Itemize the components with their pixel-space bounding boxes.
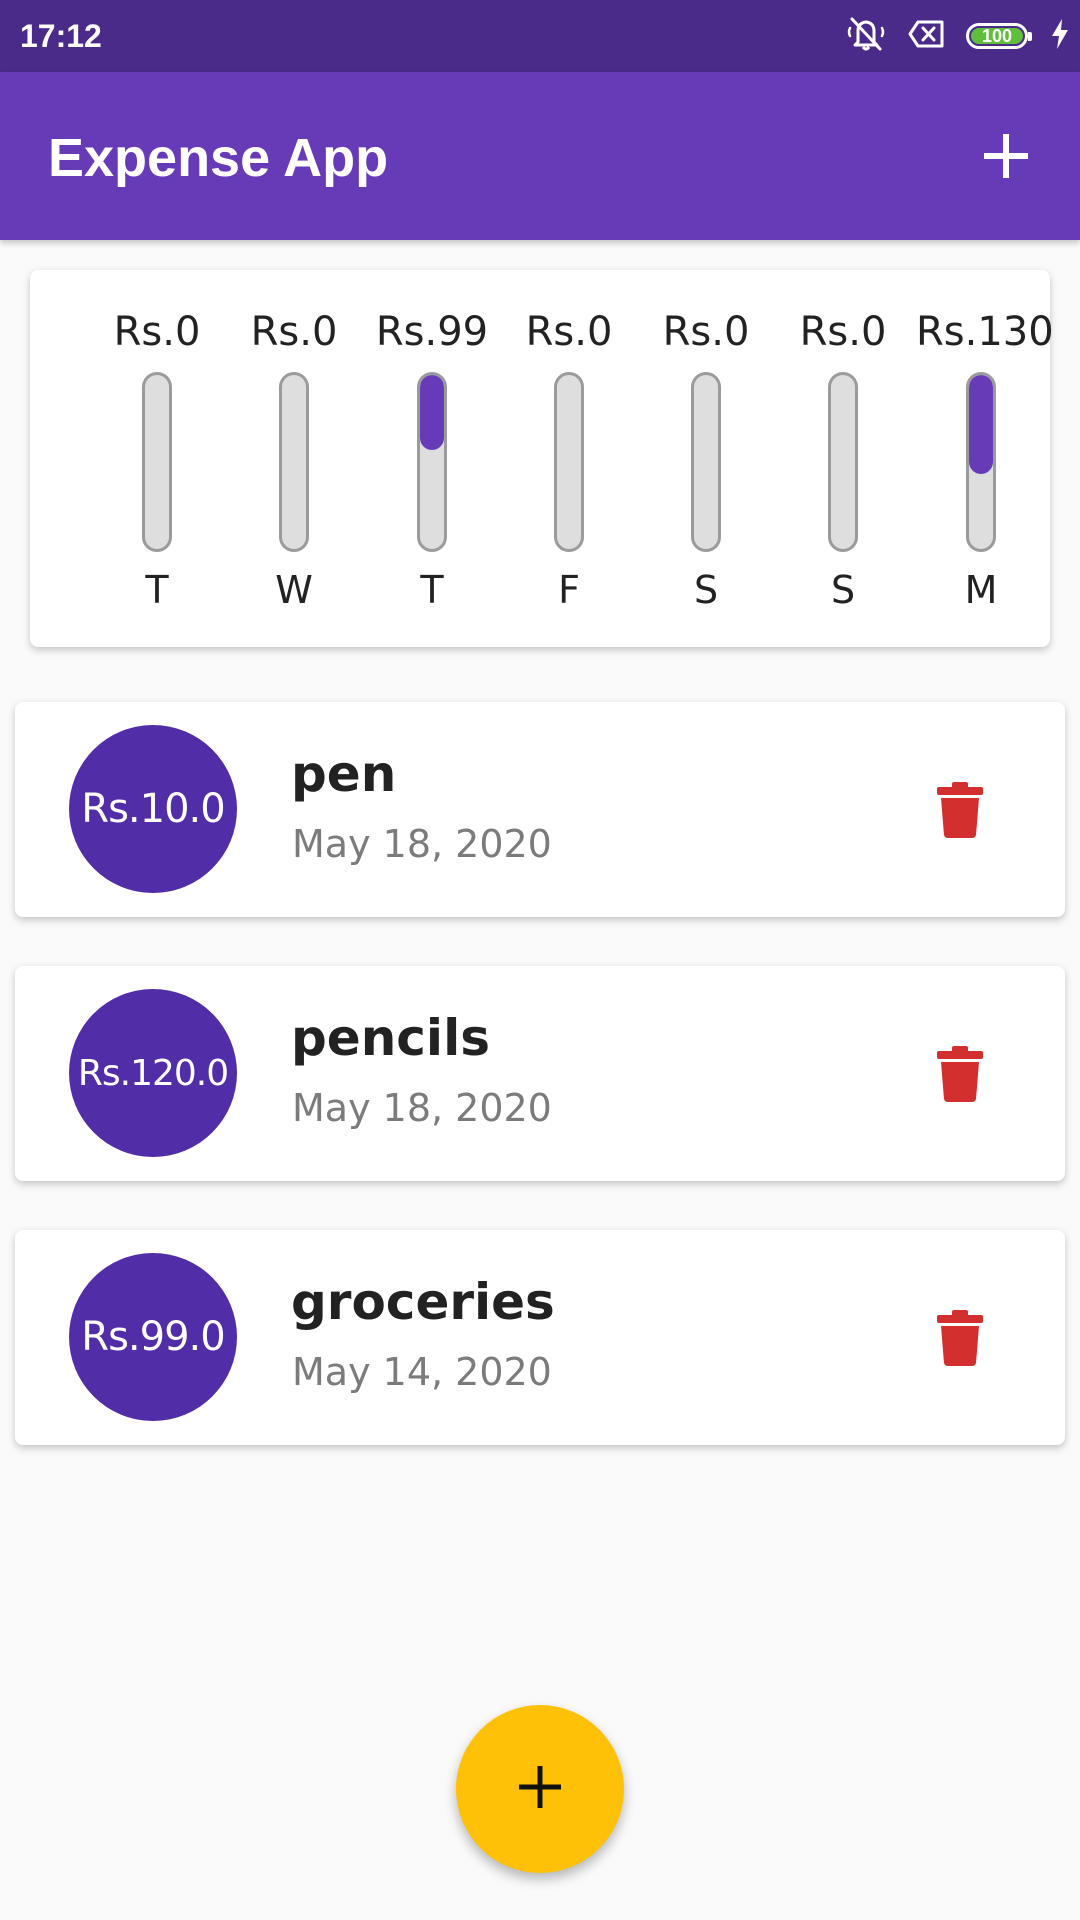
trash-icon	[933, 1046, 987, 1108]
trash-icon	[933, 1310, 987, 1372]
chart-bar-column: Rs.0 W	[229, 270, 359, 647]
transaction-title: pen	[291, 745, 397, 803]
chart-bar-column: Rs.0 F	[504, 270, 634, 647]
bar-fill	[969, 375, 993, 475]
bar-amount-label: Rs.0	[250, 309, 338, 355]
bar-track	[554, 372, 584, 552]
bar-amount-label: Rs.99	[375, 309, 489, 355]
transaction-card: Rs.99.0 groceries May 14, 2020	[15, 1230, 1065, 1445]
charging-bolt-icon	[1050, 18, 1070, 54]
app-bar: Expense App	[0, 72, 1080, 240]
bar-track	[828, 372, 858, 552]
transaction-amount-avatar: Rs.99.0	[69, 1253, 237, 1421]
bar-track	[691, 372, 721, 552]
bar-track	[417, 372, 447, 552]
bar-day-label: S	[830, 568, 856, 612]
battery-icon: 100	[966, 23, 1032, 49]
chart-bar-column: Rs.0 S	[778, 270, 908, 647]
transaction-date: May 18, 2020	[292, 1086, 552, 1130]
bar-amount-label: Rs.0	[113, 309, 201, 355]
bar-track	[142, 372, 172, 552]
transaction-amount-avatar: Rs.120.0	[69, 989, 237, 1157]
plus-icon	[982, 132, 1030, 184]
transaction-card: Rs.10.0 pen May 18, 2020	[15, 702, 1065, 917]
add-expense-button[interactable]	[968, 120, 1044, 196]
bar-amount-label: Rs.0	[662, 309, 750, 355]
transaction-date: May 14, 2020	[292, 1350, 552, 1394]
status-bar: 17:12 100	[0, 0, 1080, 72]
delete-transaction-button[interactable]	[933, 1044, 987, 1104]
transaction-title: pencils	[291, 1009, 490, 1067]
weekly-chart-card: Rs.0 T Rs.0 W Rs.99 T Rs.0 F Rs.0 S Rs.0	[30, 270, 1054, 647]
status-icons: 100	[846, 14, 1070, 58]
bar-day-label: S	[693, 568, 719, 612]
add-transaction-fab[interactable]	[456, 1705, 624, 1873]
delete-transaction-button[interactable]	[933, 1308, 987, 1368]
transaction-title: groceries	[291, 1273, 555, 1331]
bar-day-label: T	[420, 568, 444, 612]
bar-fill	[420, 375, 444, 450]
app-title: Expense App	[48, 128, 389, 188]
bar-track	[279, 372, 309, 552]
bar-amount-label: Rs.130	[916, 309, 1054, 355]
plus-icon	[516, 1763, 564, 1815]
chart-bar-column: Rs.0 T	[92, 270, 222, 647]
chart-bar-column: Rs.99 T	[367, 270, 497, 647]
transaction-date: May 18, 2020	[292, 822, 552, 866]
mute-bell-icon	[846, 16, 886, 56]
bar-day-label: T	[145, 568, 169, 612]
bar-day-label: F	[558, 568, 580, 612]
bar-amount-label: Rs.0	[799, 309, 887, 355]
battery-level: 100	[981, 26, 1013, 46]
battery-nub	[1028, 32, 1032, 41]
bar-track	[966, 372, 996, 552]
trash-icon	[933, 782, 987, 844]
bar-day-label: W	[275, 568, 313, 612]
bar-day-label: M	[964, 568, 998, 612]
delete-transaction-button[interactable]	[933, 780, 987, 840]
bar-amount-label: Rs.0	[525, 309, 613, 355]
no-sim-icon	[908, 20, 944, 52]
chart-bar-column: Rs.0 S	[641, 270, 771, 647]
transaction-amount-avatar: Rs.10.0	[69, 725, 237, 893]
transaction-card: Rs.120.0 pencils May 18, 2020	[15, 966, 1065, 1181]
status-time: 17:12	[20, 18, 102, 54]
chart-bar-column: Rs.130 M	[916, 270, 1054, 647]
